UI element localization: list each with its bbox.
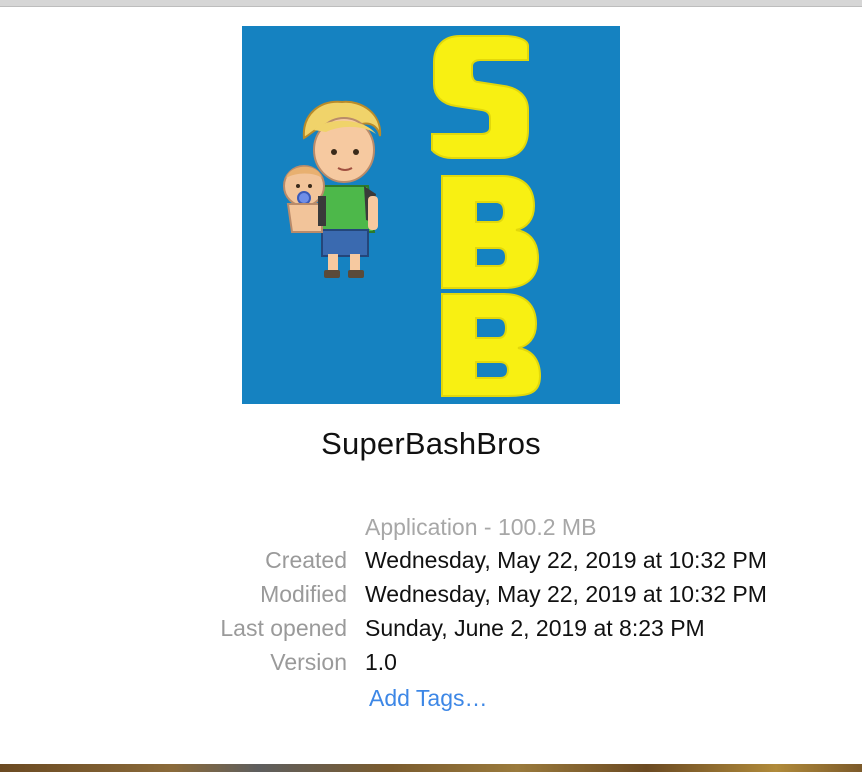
modified-value: Wednesday, May 22, 2019 at 10:32 PM — [365, 581, 767, 607]
version-row: Version 1.0 — [0, 649, 862, 679]
app-kind-size: Application - 100.2 MB — [365, 514, 597, 540]
superbashbros-app-icon — [242, 26, 620, 404]
created-value: Wednesday, May 22, 2019 at 10:32 PM — [365, 547, 767, 573]
modified-label: Modified — [260, 581, 347, 607]
last-opened-value: Sunday, June 2, 2019 at 8:23 PM — [365, 615, 705, 641]
created-row: Created Wednesday, May 22, 2019 at 10:32… — [0, 547, 862, 577]
modified-row: Modified Wednesday, May 22, 2019 at 10:3… — [0, 581, 862, 611]
add-tags-link[interactable]: Add Tags… — [369, 685, 487, 712]
version-value: 1.0 — [365, 649, 397, 675]
version-label: Version — [270, 649, 347, 675]
window-top-edge — [0, 0, 862, 7]
app-name: SuperBashBros — [321, 426, 541, 461]
created-label: Created — [265, 547, 347, 573]
last-opened-row: Last opened Sunday, June 2, 2019 at 8:23… — [0, 615, 862, 645]
last-opened-label: Last opened — [220, 615, 347, 641]
desktop-background-strip — [0, 764, 862, 772]
